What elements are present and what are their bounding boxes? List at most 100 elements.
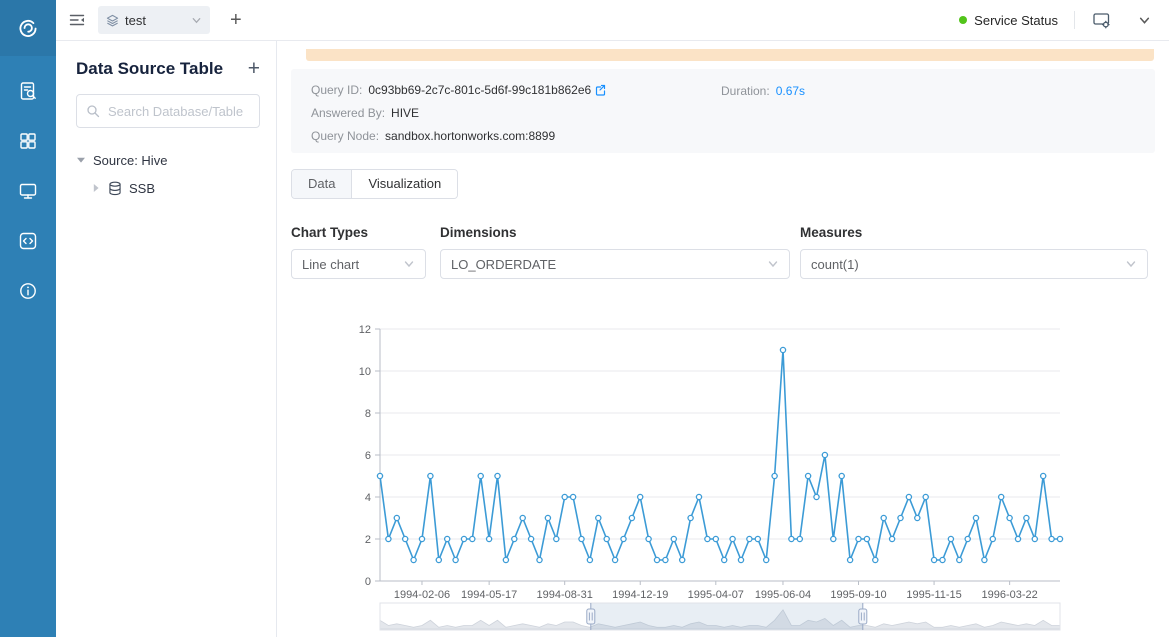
data-point[interactable] xyxy=(1057,536,1062,541)
data-point[interactable] xyxy=(764,557,769,562)
data-point[interactable] xyxy=(503,557,508,562)
data-point[interactable] xyxy=(772,473,777,478)
data-point[interactable] xyxy=(445,536,450,541)
data-point[interactable] xyxy=(730,536,735,541)
datasource-search-input[interactable] xyxy=(106,103,251,120)
data-point[interactable] xyxy=(1015,536,1020,541)
data-point[interactable] xyxy=(1032,536,1037,541)
data-point[interactable] xyxy=(940,557,945,562)
add-tab-button[interactable]: + xyxy=(226,10,246,30)
data-point[interactable] xyxy=(394,515,399,520)
data-point[interactable] xyxy=(461,536,466,541)
data-point[interactable] xyxy=(831,536,836,541)
data-point[interactable] xyxy=(604,536,609,541)
topbar-chevron-down-icon[interactable] xyxy=(1138,14,1151,27)
data-point[interactable] xyxy=(999,494,1004,499)
data-point[interactable] xyxy=(755,536,760,541)
measures-select[interactable]: count(1) xyxy=(800,249,1148,279)
service-status[interactable]: Service Status xyxy=(959,13,1058,28)
data-point[interactable] xyxy=(780,347,785,352)
data-point[interactable] xyxy=(713,536,718,541)
data-point[interactable] xyxy=(705,536,710,541)
data-point[interactable] xyxy=(663,557,668,562)
data-point[interactable] xyxy=(814,494,819,499)
data-point[interactable] xyxy=(403,536,408,541)
external-link-icon[interactable] xyxy=(594,84,606,96)
data-point[interactable] xyxy=(545,515,550,520)
data-point[interactable] xyxy=(529,536,534,541)
data-point[interactable] xyxy=(948,536,953,541)
tab-visualization[interactable]: Visualization xyxy=(352,170,457,198)
data-point[interactable] xyxy=(646,536,651,541)
tree-node-source-hive[interactable]: Source: Hive xyxy=(76,146,260,174)
data-point[interactable] xyxy=(696,494,701,499)
sidebar-item-query[interactable] xyxy=(8,71,48,111)
add-datasource-button[interactable]: + xyxy=(248,59,260,79)
tree-node-ssb[interactable]: SSB xyxy=(76,174,260,202)
data-point[interactable] xyxy=(411,557,416,562)
data-point[interactable] xyxy=(965,536,970,541)
data-point[interactable] xyxy=(520,515,525,520)
chart-area[interactable]: 0246810121994-02-061994-05-171994-08-311… xyxy=(352,321,1064,632)
data-point[interactable] xyxy=(973,515,978,520)
data-point[interactable] xyxy=(386,536,391,541)
data-point[interactable] xyxy=(1007,515,1012,520)
data-point[interactable] xyxy=(419,536,424,541)
data-point[interactable] xyxy=(1024,515,1029,520)
data-point[interactable] xyxy=(579,536,584,541)
caret-down-icon[interactable] xyxy=(76,155,86,165)
data-point[interactable] xyxy=(890,536,895,541)
data-point[interactable] xyxy=(822,452,827,457)
data-point[interactable] xyxy=(848,557,853,562)
data-point[interactable] xyxy=(982,557,987,562)
data-point[interactable] xyxy=(990,536,995,541)
query-tab[interactable]: test xyxy=(98,6,210,34)
collapse-sidebar-icon[interactable] xyxy=(68,11,86,29)
data-point[interactable] xyxy=(932,557,937,562)
data-point[interactable] xyxy=(898,515,903,520)
sidebar-item-datasource[interactable] xyxy=(8,121,48,161)
chart-type-select[interactable]: Line chart xyxy=(291,249,426,279)
datazoom-window[interactable] xyxy=(591,603,863,630)
settings-monitor-icon[interactable] xyxy=(1091,10,1112,31)
data-point[interactable] xyxy=(453,557,458,562)
line-chart[interactable]: 0246810121994-02-061994-05-171994-08-311… xyxy=(352,321,1064,599)
data-point[interactable] xyxy=(470,536,475,541)
data-point[interactable] xyxy=(680,557,685,562)
data-point[interactable] xyxy=(654,557,659,562)
data-point[interactable] xyxy=(722,557,727,562)
data-point[interactable] xyxy=(1049,536,1054,541)
data-point[interactable] xyxy=(629,515,634,520)
data-point[interactable] xyxy=(915,515,920,520)
data-point[interactable] xyxy=(478,473,483,478)
chevron-down-icon[interactable] xyxy=(191,15,202,26)
data-point[interactable] xyxy=(613,557,618,562)
data-point[interactable] xyxy=(747,536,752,541)
dimensions-select[interactable]: LO_ORDERDATE xyxy=(440,249,790,279)
data-point[interactable] xyxy=(571,494,576,499)
data-point[interactable] xyxy=(906,494,911,499)
data-point[interactable] xyxy=(789,536,794,541)
data-point[interactable] xyxy=(856,536,861,541)
data-point[interactable] xyxy=(797,536,802,541)
data-point[interactable] xyxy=(562,494,567,499)
data-point[interactable] xyxy=(512,536,517,541)
datazoom-slider[interactable] xyxy=(352,602,1064,632)
data-point[interactable] xyxy=(688,515,693,520)
data-point[interactable] xyxy=(839,473,844,478)
data-point[interactable] xyxy=(377,473,382,478)
data-point[interactable] xyxy=(806,473,811,478)
data-point[interactable] xyxy=(487,536,492,541)
data-point[interactable] xyxy=(428,473,433,478)
data-point[interactable] xyxy=(537,557,542,562)
data-point[interactable] xyxy=(923,494,928,499)
sidebar-item-monitor[interactable] xyxy=(8,171,48,211)
data-point[interactable] xyxy=(738,557,743,562)
data-point[interactable] xyxy=(957,557,962,562)
app-logo-icon[interactable] xyxy=(0,0,56,56)
datazoom-handle[interactable] xyxy=(587,609,595,624)
sidebar-item-developer[interactable] xyxy=(8,221,48,261)
tab-data[interactable]: Data xyxy=(292,170,352,198)
data-point[interactable] xyxy=(621,536,626,541)
data-point[interactable] xyxy=(881,515,886,520)
